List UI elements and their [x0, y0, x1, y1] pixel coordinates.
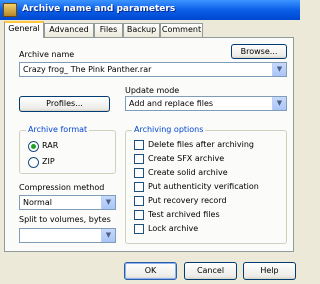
tab-backup[interactable]: Backup [123, 23, 160, 37]
archive-format-group: Archive format RAR ZIP [19, 125, 116, 174]
authenticity-checkbox[interactable] [134, 182, 144, 192]
rar-radio[interactable] [28, 141, 39, 152]
cancel-button[interactable]: Cancel [184, 262, 237, 280]
compression-value: Normal [23, 198, 52, 207]
create-sfx-label[interactable]: Create SFX archive [148, 154, 224, 163]
chevron-down-icon[interactable]: ▼ [272, 97, 286, 110]
compression-label: Compression method [19, 183, 105, 192]
archive-name-combo[interactable]: Crazy frog_ The Pink Panther.rar ▼ [19, 62, 287, 77]
update-mode-select[interactable]: Add and replace files ▼ [125, 96, 287, 111]
update-mode-value: Add and replace files [129, 99, 214, 108]
zip-label[interactable]: ZIP [42, 157, 55, 166]
archiving-options-title: Archiving options [132, 125, 206, 134]
lock-archive-checkbox[interactable] [134, 224, 144, 234]
tab-files[interactable]: Files [94, 23, 123, 37]
winrar-icon [3, 3, 17, 17]
archive-name-value: Crazy frog_ The Pink Panther.rar [23, 65, 152, 74]
ok-button[interactable]: OK [124, 262, 177, 280]
chevron-down-icon[interactable]: ▼ [272, 63, 286, 76]
delete-files-checkbox[interactable] [134, 140, 144, 150]
archiving-options-group: Archiving options Delete files after arc… [125, 125, 287, 244]
dialog-button-bar: OK Cancel Help [0, 252, 300, 284]
test-files-label[interactable]: Test archived files [148, 210, 220, 219]
browse-button[interactable]: Browse... [231, 44, 287, 59]
archive-format-title: Archive format [26, 125, 90, 134]
archive-name-label: Archive name [19, 50, 75, 59]
chevron-down-icon[interactable]: ▼ [101, 196, 115, 209]
rar-label[interactable]: RAR [42, 141, 58, 150]
tab-general[interactable]: General [4, 21, 44, 38]
tab-comment[interactable]: Comment [160, 23, 203, 37]
authenticity-label[interactable]: Put authenticity verification [148, 182, 259, 191]
title-bar[interactable]: Archive name and parameters [0, 0, 300, 20]
tab-advanced[interactable]: Advanced [44, 23, 94, 37]
window-title: Archive name and parameters [22, 4, 176, 14]
profiles-button[interactable]: Profiles... [19, 96, 110, 112]
split-label: Split to volumes, bytes [19, 215, 111, 224]
create-solid-label[interactable]: Create solid archive [148, 168, 228, 177]
compression-select[interactable]: Normal ▼ [19, 195, 116, 210]
recovery-record-label[interactable]: Put recovery record [148, 196, 227, 205]
zip-radio[interactable] [28, 157, 39, 168]
lock-archive-label[interactable]: Lock archive [148, 224, 198, 233]
general-panel: Archive name Browse... Crazy frog_ The P… [4, 37, 294, 252]
create-sfx-checkbox[interactable] [134, 154, 144, 164]
chevron-down-icon[interactable]: ▼ [101, 229, 115, 242]
create-solid-checkbox[interactable] [134, 168, 144, 178]
split-volumes-combo[interactable]: ▼ [19, 228, 116, 243]
test-files-checkbox[interactable] [134, 210, 144, 220]
radio-selected-dot [31, 144, 36, 149]
help-button[interactable]: Help [243, 262, 296, 280]
delete-files-label[interactable]: Delete files after archiving [148, 140, 254, 149]
recovery-record-checkbox[interactable] [134, 196, 144, 206]
update-mode-label: Update mode [125, 86, 180, 95]
archive-dialog: Archive name and parameters General Adva… [0, 0, 300, 284]
